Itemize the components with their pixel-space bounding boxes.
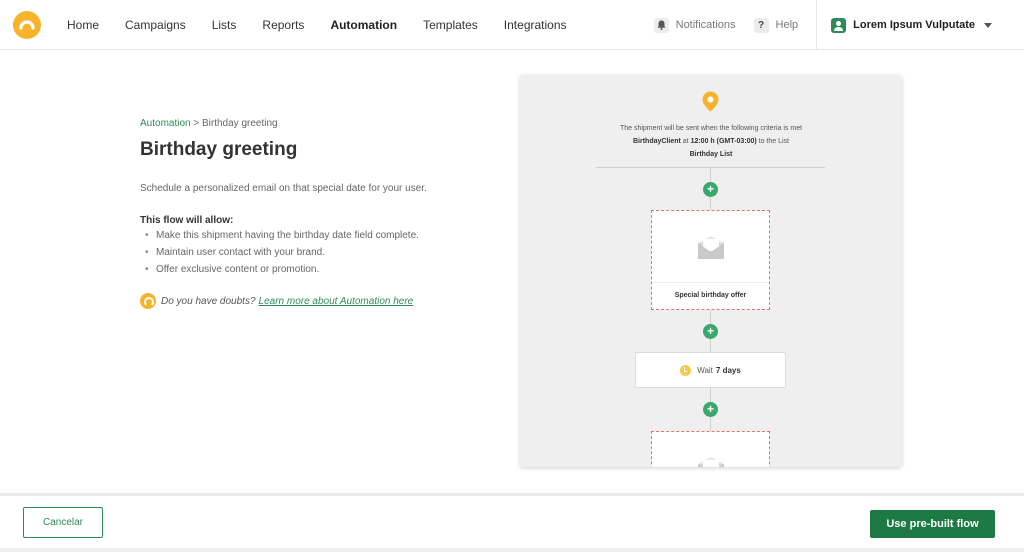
- learn-more-link[interactable]: Learn more about Automation here: [259, 296, 414, 307]
- help-button[interactable]: ? Help: [753, 17, 799, 33]
- nav-home[interactable]: Home: [67, 18, 99, 32]
- breadcrumb-separator: >: [190, 118, 202, 129]
- email-step-card[interactable]: Special birthday offer: [651, 210, 770, 310]
- criteria-list: Birthday List: [689, 151, 733, 158]
- location-pin-icon: [702, 91, 719, 112]
- notifications-button[interactable]: Notifications: [653, 17, 736, 33]
- envelope-icon: [698, 236, 724, 259]
- bottom-edge: [0, 548, 1024, 552]
- email-thumbnail: [652, 211, 769, 283]
- user-name: Lorem Ipsum Vulputate: [853, 19, 975, 31]
- notifications-label: Notifications: [675, 19, 736, 31]
- page-description: Schedule a personalized email on that sp…: [140, 183, 427, 194]
- email-thumbnail: [652, 432, 769, 467]
- user-icon: [831, 17, 847, 33]
- allow-title: This flow will allow:: [140, 215, 234, 226]
- wait-duration: 7 days: [715, 365, 741, 375]
- top-nav: Home Campaigns Lists Reports Automation …: [0, 0, 1024, 50]
- nav-utilities: Notifications ? Help Lorem Ipsum Vulputa…: [653, 0, 1024, 50]
- nav-lists[interactable]: Lists: [212, 18, 237, 32]
- flow-description: Automation > Birthday greeting Birthday …: [140, 118, 430, 309]
- clock-icon: [680, 364, 692, 376]
- help-hint: Do you have doubts? Learn more about Aut…: [140, 293, 430, 309]
- criteria-to: to the List: [756, 138, 789, 145]
- flow-preview: The shipment will be sent when the follo…: [520, 75, 902, 467]
- wait-step-card[interactable]: Wait 7 days: [635, 352, 786, 388]
- main-menu: Home Campaigns Lists Reports Automation …: [54, 0, 580, 50]
- chevron-down-icon: [984, 22, 992, 28]
- wait-prefix: Wait: [697, 365, 713, 375]
- doubts-text: Do you have doubts?: [161, 295, 256, 307]
- benefits-list: Make this shipment having the birthday d…: [140, 227, 430, 278]
- add-step-button[interactable]: +: [703, 324, 718, 339]
- help-label: Help: [775, 19, 799, 31]
- list-item: Offer exclusive content or promotion.: [140, 261, 430, 278]
- user-menu[interactable]: Lorem Ipsum Vulputate: [816, 0, 1024, 50]
- email-step-card[interactable]: [651, 431, 770, 467]
- email-step-label: Special birthday offer: [674, 292, 747, 299]
- nav-automation[interactable]: Automation: [330, 18, 397, 32]
- logo-icon[interactable]: [13, 11, 41, 39]
- criteria-at: at: [680, 138, 691, 145]
- criteria-time: 12:00 h (GMT-03:00): [690, 138, 757, 145]
- breadcrumb-current: Birthday greeting: [202, 118, 278, 129]
- criteria-list-line: Birthday List: [520, 148, 902, 161]
- criteria-field: BirthdayClient: [632, 138, 681, 145]
- add-step-button[interactable]: +: [703, 402, 718, 417]
- list-item: Maintain user contact with your brand.: [140, 244, 430, 261]
- envelope-icon: [698, 457, 724, 467]
- use-prebuilt-flow-button[interactable]: Use pre-built flow: [870, 510, 995, 538]
- breadcrumb: Automation > Birthday greeting: [140, 118, 430, 129]
- nav-campaigns[interactable]: Campaigns: [125, 18, 186, 32]
- question-icon: [140, 293, 156, 309]
- breadcrumb-automation[interactable]: Automation: [140, 118, 191, 129]
- footer-bar: Cancelar Use pre-built flow: [0, 496, 1024, 552]
- criteria-detail: BirthdayClient at 12:00 h (GMT-03:00) to…: [520, 135, 902, 148]
- add-step-button[interactable]: +: [703, 182, 718, 197]
- bell-icon: [653, 17, 669, 33]
- nav-reports[interactable]: Reports: [262, 18, 304, 32]
- list-item: Make this shipment having the birthday d…: [140, 227, 430, 244]
- help-icon: ?: [753, 17, 769, 33]
- nav-integrations[interactable]: Integrations: [504, 18, 567, 32]
- nav-templates[interactable]: Templates: [423, 18, 478, 32]
- trigger-criteria: The shipment will be sent when the follo…: [520, 122, 902, 161]
- cancel-button[interactable]: Cancelar: [23, 507, 103, 538]
- criteria-text: The shipment will be sent when the follo…: [619, 125, 803, 132]
- page-title: Birthday greeting: [140, 139, 298, 160]
